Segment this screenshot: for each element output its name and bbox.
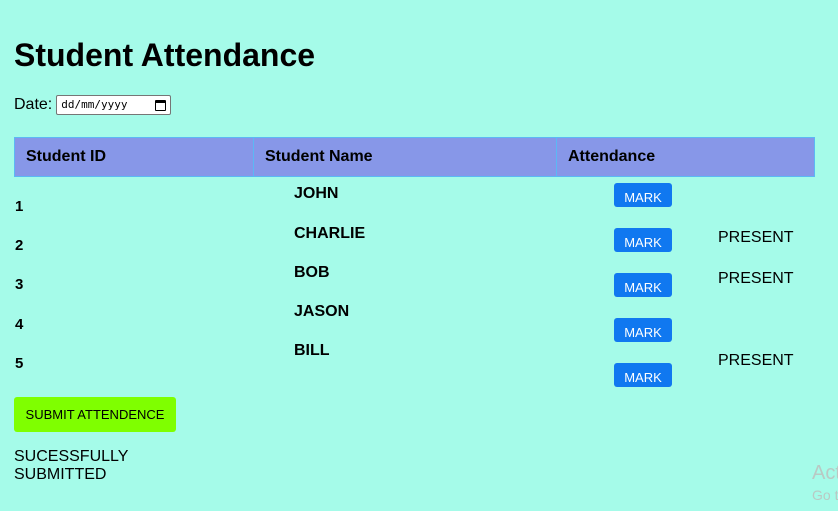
submit-attendance-button[interactable]: SUBMIT ATTENDENCE	[14, 397, 176, 432]
student-id-cell: 1	[15, 198, 24, 215]
date-label: Date:	[14, 96, 53, 113]
calendar-icon[interactable]	[155, 99, 167, 111]
student-name-cell: JASON	[294, 303, 350, 320]
attendance-status: PRESENT	[718, 270, 794, 287]
date-input[interactable]: dd/mm/yyyy	[56, 95, 172, 115]
student-name-cell: BILL	[294, 342, 330, 359]
student-name-cell: BOB	[294, 264, 330, 281]
student-name-cell: JOHN	[294, 185, 339, 202]
header-attendance: Attendance	[568, 148, 656, 165]
mark-button[interactable]: MARK	[614, 228, 672, 252]
student-id-cell: 3	[15, 276, 24, 293]
mark-button[interactable]: MARK	[614, 318, 672, 342]
page-title: Student Attendance	[14, 37, 316, 73]
date-placeholder: dd/mm/yyyy	[61, 98, 128, 111]
attendance-status: PRESENT	[718, 352, 794, 369]
student-id-cell: 4	[15, 316, 24, 333]
activation-watermark-title: Act	[812, 462, 838, 484]
header-student-name: Student Name	[254, 138, 557, 176]
attendance-status: PRESENT	[718, 229, 794, 246]
mark-button[interactable]: MARK	[614, 183, 672, 207]
activation-watermark-subtitle: Go t	[812, 487, 838, 503]
student-id-cell: 5	[15, 355, 24, 372]
mark-button[interactable]: MARK	[614, 273, 672, 297]
attendance-table-header: Student ID Student Name Attendance	[14, 137, 815, 177]
mark-button[interactable]: MARK	[614, 363, 672, 387]
header-student-id: Student ID	[15, 138, 254, 176]
submission-result-text: SUCESSFULLY SUBMITTED	[14, 448, 129, 483]
student-name-cell: CHARLIE	[294, 225, 366, 242]
student-id-cell: 2	[15, 237, 24, 254]
date-row: Date: dd/mm/yyyy	[14, 95, 172, 115]
